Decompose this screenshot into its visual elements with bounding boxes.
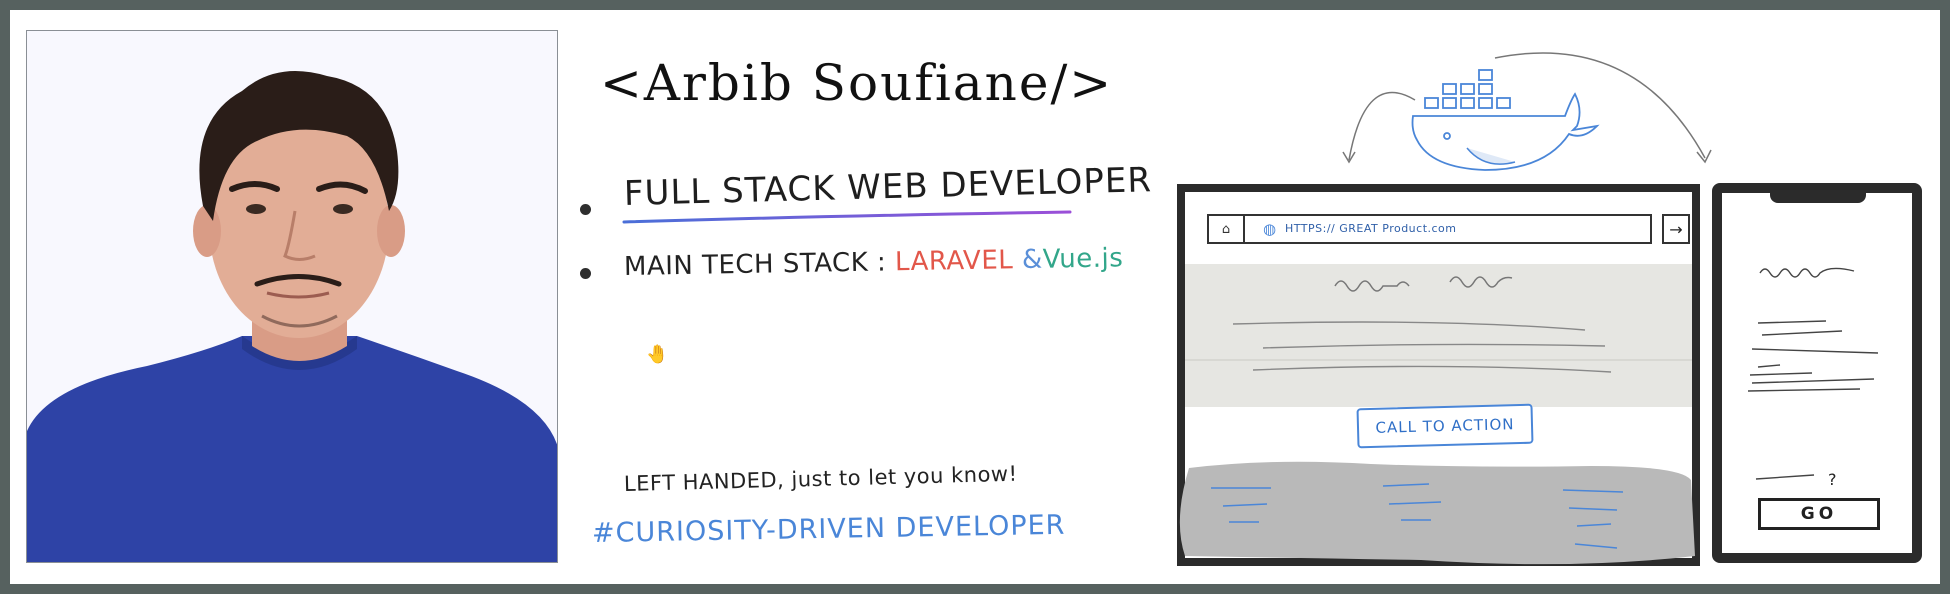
hero-scribbles — [1185, 276, 1692, 373]
globe-icon: ◍ — [1263, 220, 1277, 238]
tech-stack-label: MAIN TECH STACK : — [623, 247, 887, 282]
call-to-action-button[interactable]: CALL TO ACTION — [1356, 403, 1534, 449]
go-button[interactable]: GO — [1758, 498, 1880, 530]
laravel-label: LARAVEL — [894, 245, 1014, 278]
desktop-mockup: ⌂ ◍ HTTPS:// GREAT Product.com → CALL TO… — [1177, 184, 1700, 566]
banner-frame: <Arbib Soufiane/> FULL STACK WEB DEVELOP… — [0, 0, 1950, 594]
avatar-photo — [27, 71, 557, 562]
hashtag: #CURIOSITY-DRIVEN DEVELOPER — [591, 509, 1066, 549]
url-bar[interactable]: ⌂ ◍ HTTPS:// GREAT Product.com — [1207, 214, 1652, 244]
tech-stack: MAIN TECH STACK : LARAVEL &Vue.js — [624, 243, 1124, 282]
arrow-right-icon[interactable]: → — [1662, 214, 1690, 244]
profile-name: <Arbib Soufiane/> — [600, 54, 1114, 112]
ampersand: & — [1021, 244, 1044, 276]
vue-label: Vue.js — [1042, 243, 1124, 275]
home-icon[interactable]: ⌂ — [1209, 216, 1245, 242]
hand-icon: 🤚 — [646, 344, 669, 365]
title-underline — [622, 210, 1072, 224]
footer-section — [1179, 461, 1695, 565]
question-mark: ? — [1828, 470, 1837, 489]
url-text: HTTPS:// GREAT Product.com — [1285, 222, 1457, 235]
phone-mockup: ? GO — [1712, 183, 1922, 563]
docker-whale-icon — [1342, 52, 1712, 171]
left-handed-note: LEFT HANDED, just to let you know! — [623, 461, 1018, 496]
bullet-dot — [580, 204, 591, 215]
job-title: FULL STACK WEB DEVELOPER — [623, 160, 1153, 214]
avatar — [26, 30, 558, 563]
bullet-dot — [580, 268, 591, 279]
hero-section — [1185, 264, 1692, 407]
